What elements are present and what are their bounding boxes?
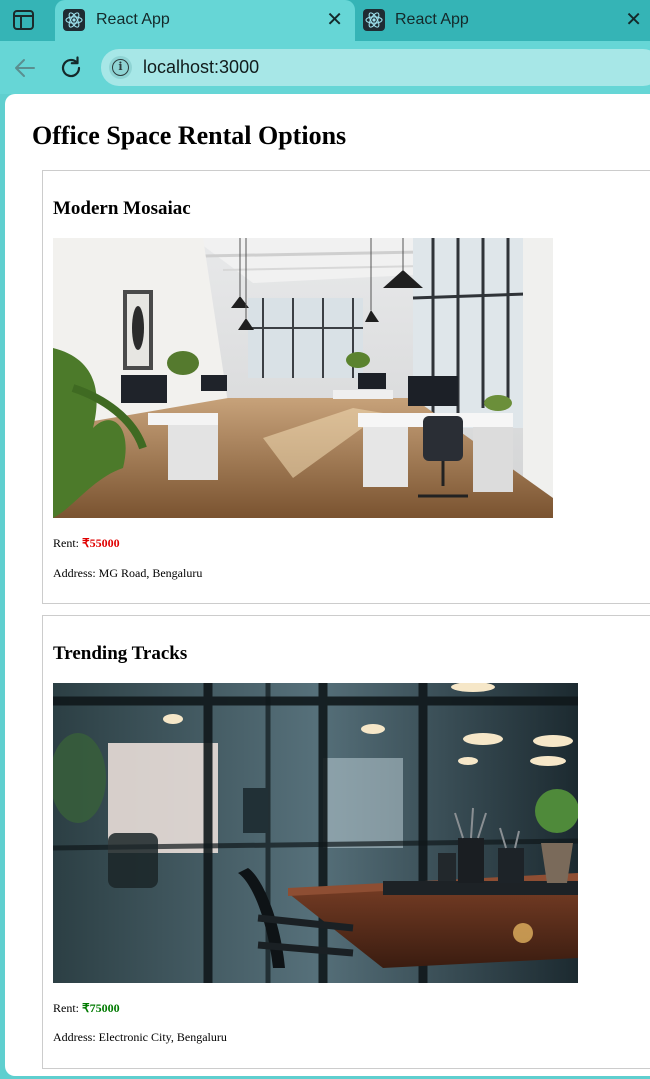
reload-icon[interactable]	[58, 55, 84, 81]
address-bar[interactable]: i localhost:3000	[101, 49, 650, 86]
office-image	[53, 238, 553, 518]
back-arrow-icon[interactable]	[12, 55, 38, 81]
rent-info: Rent: ₹55000	[53, 536, 120, 551]
address-label: Address:	[53, 566, 99, 580]
rent-info: Rent: ₹75000	[53, 1001, 120, 1016]
address-value: Electronic City, Bengaluru	[98, 1030, 227, 1044]
close-tab-icon[interactable]: ✕	[625, 8, 642, 32]
tab-actions-icon[interactable]	[13, 10, 34, 30]
page-viewport: Office Space Rental Options Modern Mosai…	[5, 94, 650, 1076]
url-text[interactable]: localhost:3000	[143, 57, 259, 78]
react-icon	[363, 9, 385, 31]
address-info: Address: MG Road, Bengaluru	[53, 566, 202, 581]
office-image	[53, 683, 578, 983]
rent-value: ₹55000	[82, 536, 120, 550]
rent-label: Rent:	[53, 536, 82, 550]
listing-title: Modern Mosaiac	[53, 198, 191, 219]
close-tab-icon[interactable]: ✕	[326, 8, 343, 32]
address-value: MG Road, Bengaluru	[98, 566, 203, 580]
address-info: Address: Electronic City, Bengaluru	[53, 1030, 227, 1045]
page-title: Office Space Rental Options	[32, 121, 347, 150]
listing-card: Trending Tracks Rent: ₹75000 Address: El…	[42, 615, 650, 1069]
rent-value: ₹75000	[82, 1001, 120, 1015]
tab-react-app[interactable]: React App ✕	[357, 0, 650, 41]
address-label: Address:	[53, 1030, 99, 1044]
react-icon	[63, 9, 85, 31]
tab-title: React App	[395, 11, 469, 28]
site-info-icon[interactable]: i	[109, 56, 132, 79]
tab-bar: React App ✕ React App ✕	[0, 0, 650, 41]
tab-react-app-active[interactable]: React App ✕	[55, 0, 355, 41]
listing-title: Trending Tracks	[53, 643, 188, 664]
tab-title: React App	[96, 11, 170, 28]
listing-card: Modern Mosaiac Rent: ₹55000 Address: MG …	[42, 170, 650, 604]
browser-toolbar: i localhost:3000	[0, 41, 650, 94]
rent-label: Rent:	[53, 1001, 82, 1015]
